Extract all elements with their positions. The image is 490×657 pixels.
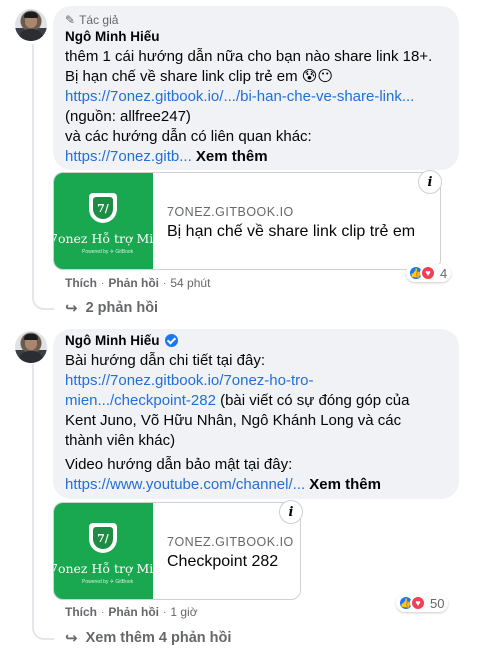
view-more-replies-button[interactable]: ↪ Xem thêm 4 phản hồi [65, 629, 231, 647]
comment-text: thành viên khác) [65, 432, 176, 449]
thumbnail-title: 7onez Hỗ trợ Miễn Phí [54, 561, 153, 576]
comment-text-row: mien.../checkpoint-282 (bài viết có sự đ… [65, 392, 410, 409]
comment-text: (nguồn: allfree247) [65, 108, 191, 125]
thumbnail-title: 7onez Hỗ trợ Miễn Phí [54, 231, 153, 246]
timestamp[interactable]: 1 giờ [170, 605, 197, 619]
preview-thumbnail: 7/ 7onez Hỗ trợ Miễn Phí Powered by ✈ Gi… [54, 173, 153, 269]
like-button[interactable]: Thích [65, 605, 97, 619]
info-icon[interactable]: i [279, 500, 303, 524]
pencil-icon: ✎ [65, 13, 76, 27]
thread-line [32, 364, 34, 626]
like-button[interactable]: Thích [65, 276, 97, 290]
verified-badge-icon [164, 334, 178, 347]
comment-text: Kent Juno, Võ Hữu Nhân, Ngô Khánh Long v… [65, 412, 402, 429]
preview-domain: 7ONEZ.GITBOOK.IO [167, 535, 294, 549]
avatar[interactable] [15, 9, 47, 41]
comment-author[interactable]: Ngô Minh Hiếu [65, 29, 160, 44]
thumbnail-subtitle: Powered by ✈ GitBook [82, 579, 134, 585]
see-more-button[interactable]: Xem thêm [196, 148, 268, 165]
comment-text: Bài hướng dẫn chi tiết tại đây: [65, 352, 265, 369]
shield-logo-icon: 7/ [89, 523, 117, 553]
preview-domain: 7ONEZ.GITBOOK.IO [167, 205, 294, 219]
thumbnail-subtitle: Powered by ✈ GitBook [82, 249, 134, 255]
link-preview-card[interactable]: 7/ 7onez Hỗ trợ Miễn Phí Powered by ✈ Gi… [53, 502, 301, 600]
comment-link[interactable]: https://7onez.gitbook.io/7onez-ho-tro- [65, 371, 313, 391]
comment-text: thêm 1 cái hướng dẫn nữa cho bạn nào sha… [65, 48, 433, 65]
reply-button[interactable]: Phản hồi [108, 276, 159, 290]
comment-text-row: https://www.youtube.com/channel/... Xem … [65, 475, 381, 495]
preview-title: Checkpoint 282 [167, 553, 279, 570]
comment-text: Bị hạn chế về share link clip trẻ em 😰😶 [65, 68, 334, 85]
reaction-count: 4 [440, 265, 448, 281]
info-icon[interactable]: i [418, 170, 442, 194]
love-reaction-icon: ♥ [420, 265, 436, 281]
reply-branch [32, 622, 54, 640]
reaction-summary[interactable]: 👍 ♥ 50 [396, 594, 449, 612]
link-preview-card[interactable]: 7/ 7onez Hỗ trợ Miễn Phí Powered by ✈ Gi… [53, 172, 441, 270]
timestamp[interactable]: 54 phút [170, 276, 210, 290]
comment-link[interactable]: mien.../checkpoint-282 [65, 392, 216, 409]
thread-line [32, 44, 34, 296]
comment-actions: Thích · Phản hồi · 1 giờ [65, 605, 198, 619]
reply-branch [32, 292, 54, 310]
comment-text: và các hướng dẫn có liên quan khác: [65, 128, 312, 145]
author-badge: ✎ Tác giả [65, 13, 119, 27]
love-reaction-icon: ♥ [410, 595, 426, 611]
comment-text: Video hướng dẫn bảo mật tại đây: [65, 456, 293, 473]
comment-link[interactable]: https://7onez.gitbook.io/.../bi-han-che-… [65, 87, 414, 107]
reaction-count: 50 [430, 595, 445, 611]
view-replies-button[interactable]: ↪ 2 phản hồi [65, 299, 158, 317]
see-more-button[interactable]: Xem thêm [309, 476, 381, 493]
reply-arrow-icon: ↪ [65, 630, 78, 647]
comment-text-row: https://7onez.gitb... Xem thêm [65, 147, 268, 167]
shield-logo-icon: 7/ [89, 193, 117, 223]
comment-link[interactable]: https://7onez.gitb... [65, 148, 192, 165]
reply-button[interactable]: Phản hồi [108, 605, 159, 619]
reply-arrow-icon: ↪ [65, 300, 78, 317]
reaction-summary[interactable]: 👍 ♥ 4 [406, 264, 452, 282]
preview-title: Bị hạn chế về share link clip trẻ em [167, 223, 416, 240]
avatar[interactable] [15, 331, 47, 363]
comment-actions: Thích · Phản hồi · 54 phút [65, 276, 211, 290]
comment-link[interactable]: https://www.youtube.com/channel/... [65, 476, 305, 493]
comment-author[interactable]: Ngô Minh Hiếu [65, 333, 178, 348]
preview-thumbnail: 7/ 7onez Hỗ trợ Miễn Phí Powered by ✈ Gi… [54, 503, 153, 599]
